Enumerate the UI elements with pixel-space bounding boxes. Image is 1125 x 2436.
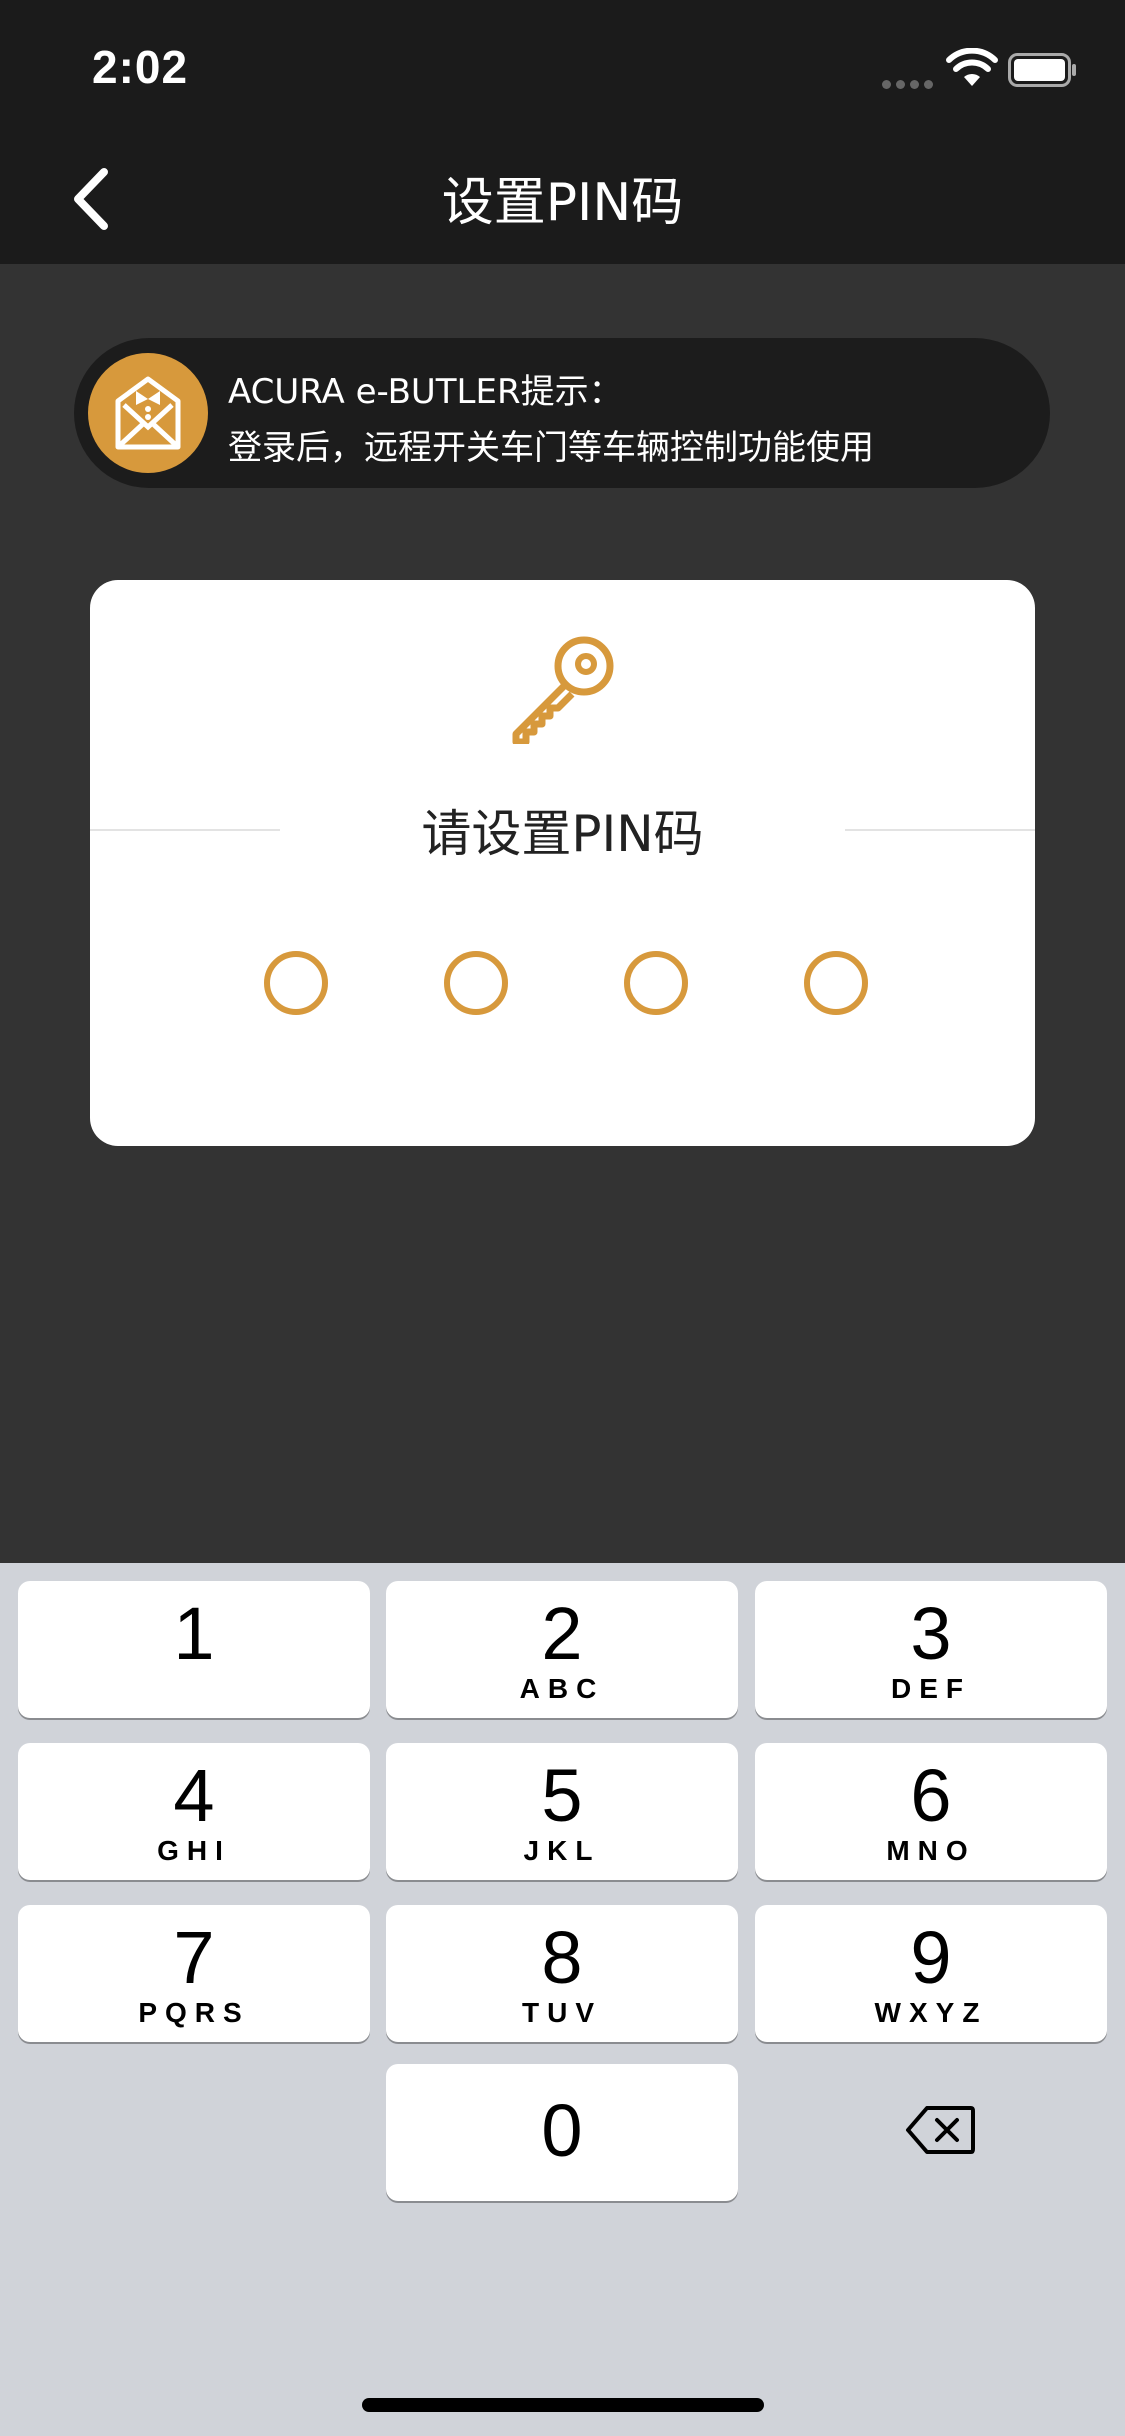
- key-digit: 7: [173, 1916, 215, 1999]
- page-title: 设置PIN码: [441, 173, 684, 233]
- key-digit: 8: [541, 1916, 583, 1999]
- key-digit: 9: [910, 1916, 952, 1999]
- key-4[interactable]: 4 GHI: [18, 1743, 370, 1880]
- key-digit: 0: [541, 2089, 583, 2172]
- key-0[interactable]: 0: [386, 2064, 738, 2201]
- pin-prompt: 请设置PIN码: [421, 805, 704, 863]
- key-digit: 2: [541, 1592, 583, 1675]
- key-digit: 3: [910, 1592, 952, 1675]
- battery-icon: [1008, 53, 1076, 87]
- key-digit: 6: [910, 1754, 952, 1837]
- pin-dot-3: [624, 951, 688, 1015]
- butler-mail-icon: [88, 353, 208, 473]
- key-letters: JKL: [523, 1835, 601, 1866]
- home-indicator: [362, 2398, 764, 2412]
- key-letters: WXYZ: [874, 1997, 988, 2028]
- pin-dot-4: [804, 951, 868, 1015]
- key-7[interactable]: 7 PQRS: [18, 1905, 370, 2042]
- key-letters: MNO: [886, 1835, 976, 1866]
- key-digit: 5: [541, 1754, 583, 1837]
- key-letters: ABC: [519, 1673, 605, 1704]
- banner-title: ACURA e-BUTLER提示：: [228, 372, 623, 412]
- key-6[interactable]: 6 MNO: [755, 1743, 1107, 1880]
- key-9[interactable]: 9 WXYZ: [755, 1905, 1107, 2042]
- key-digit: 4: [173, 1754, 215, 1837]
- status-time: 2:02: [92, 41, 189, 93]
- cellular-signal-icon: [882, 74, 938, 93]
- key-3[interactable]: 3 DEF: [755, 1581, 1107, 1718]
- key-1[interactable]: 1: [18, 1581, 370, 1718]
- key-digit: 1: [173, 1592, 215, 1675]
- pin-dot-1: [264, 951, 328, 1015]
- key-2[interactable]: 2 ABC: [386, 1581, 738, 1718]
- top-bar: 2:02 设置PIN码: [0, 0, 1125, 264]
- wifi-icon: [946, 48, 998, 86]
- pin-card: 请设置PIN码: [90, 580, 1035, 1146]
- pin-dot-2: [444, 951, 508, 1015]
- key-5[interactable]: 5 JKL: [386, 1743, 738, 1880]
- banner-message: 登录后，远程开关车门等车辆控制功能使用: [228, 428, 874, 468]
- key-letters: PQRS: [138, 1997, 250, 2028]
- tip-banner: ACURA e-BUTLER提示： 登录后，远程开关车门等车辆控制功能使用: [74, 338, 1050, 488]
- backspace-icon[interactable]: [905, 2105, 975, 2155]
- key-icon: [512, 636, 614, 744]
- key-8[interactable]: 8 TUV: [386, 1905, 738, 2042]
- key-letters: DEF: [891, 1673, 971, 1704]
- key-letters: GHI: [157, 1835, 231, 1866]
- key-letters: TUV: [522, 1997, 602, 2028]
